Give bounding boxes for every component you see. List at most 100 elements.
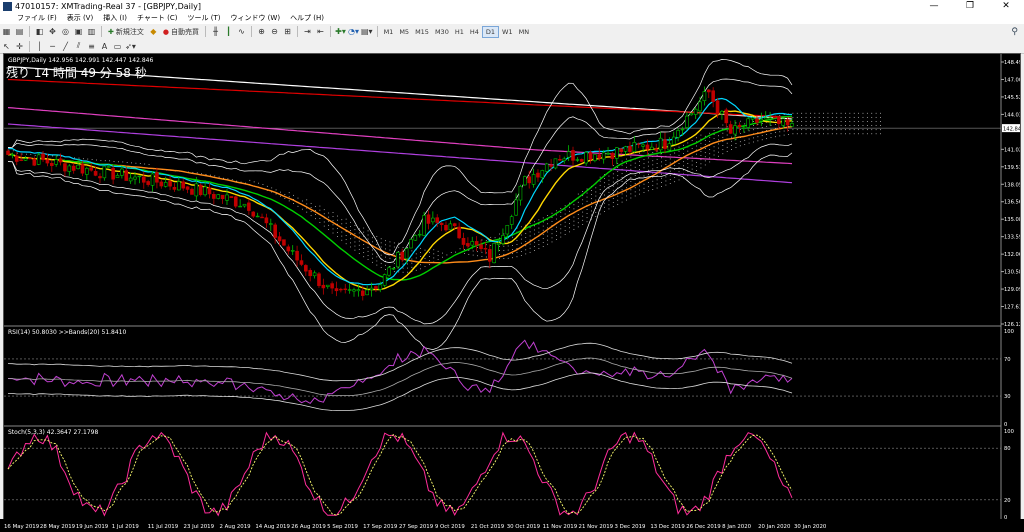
navigator-icon[interactable]: ◎ [60, 26, 71, 37]
cloud-dot [823, 116, 824, 118]
menu-file[interactable]: ファイル (F) [12, 13, 62, 23]
cloud-dot [862, 116, 864, 118]
minimize-button[interactable]: — [916, 1, 952, 11]
cloud-dot [647, 190, 649, 192]
tile-windows-icon[interactable]: ⊞ [282, 26, 293, 37]
cloud-dot [639, 152, 641, 154]
cloud-dot [871, 133, 873, 135]
cloud-dot [753, 137, 754, 139]
cloud-dot [341, 235, 343, 237]
search-icon[interactable]: ⚲ [1011, 27, 1018, 37]
menu-help[interactable]: ヘルプ (H) [285, 13, 329, 23]
maximize-button[interactable]: ❐ [952, 1, 988, 11]
cursor-icon[interactable]: ↖ [1, 41, 12, 52]
vertical-line-icon[interactable]: │ [34, 41, 45, 52]
chart-window[interactable]: 10070300 10080200 148.490147.005145.5201… [3, 53, 1021, 520]
cloud-dot [266, 185, 268, 187]
timeframe-h1[interactable]: H1 [452, 27, 467, 37]
cloud-dot [805, 121, 807, 122]
data-window-icon[interactable]: ✥ [47, 26, 58, 37]
cloud-dot [774, 132, 776, 134]
new-chart-icon[interactable]: ▦ [1, 26, 12, 37]
arrows-icon[interactable]: ➶▾ [125, 41, 136, 52]
timeframe-m15[interactable]: M15 [412, 27, 432, 37]
cloud-dot [849, 112, 851, 114]
zoom-out-icon[interactable]: ⊖ [269, 26, 280, 37]
cloud-dot [385, 240, 386, 242]
cloud-dot [792, 112, 794, 114]
candlestick-icon[interactable]: ┃ [223, 26, 234, 37]
periods-icon[interactable]: ◔▾ [348, 26, 359, 37]
candle-body [295, 250, 299, 261]
timeframe-m30[interactable]: M30 [432, 27, 452, 37]
menu-insert[interactable]: 挿入 (I) [98, 13, 132, 23]
cloud-dot [577, 201, 579, 203]
candle-body [610, 152, 615, 159]
cloud-dot [209, 174, 211, 176]
cloud-dot [376, 260, 378, 262]
candle-body [207, 187, 212, 195]
cloud-dot [779, 127, 781, 129]
auto-scroll-icon[interactable]: ⇥ [302, 26, 313, 37]
candle-body [676, 130, 680, 138]
candle-body [746, 118, 751, 128]
cloud-dot [647, 161, 649, 163]
timeframe-mn[interactable]: MN [516, 27, 532, 37]
zoom-in-icon[interactable]: ⊕ [256, 26, 267, 37]
candle-body [728, 124, 733, 134]
new-order-button[interactable]: ✚ 新規注文 [106, 26, 146, 37]
crosshair-icon[interactable]: ✛ [14, 41, 25, 52]
menu-window[interactable]: ウィンドウ (W) [225, 13, 285, 23]
cloud-dot [104, 160, 106, 162]
menu-chart[interactable]: チャート (C) [132, 13, 183, 23]
cloud-dot [591, 198, 592, 200]
close-button[interactable]: ✕ [988, 1, 1024, 11]
terminal-icon[interactable]: ▣ [73, 26, 84, 37]
trendline-icon[interactable]: ╱ [60, 41, 71, 52]
cloud-dot [367, 238, 369, 240]
cloud-dot [792, 129, 794, 131]
auto-trading-button[interactable]: ● 自動売買 [161, 26, 201, 37]
cloud-dot [512, 253, 513, 255]
line-chart-icon[interactable]: ∿ [236, 26, 247, 37]
label-icon[interactable]: ▭ [112, 41, 123, 52]
cloud-dot [577, 214, 579, 215]
cloud-dot [323, 213, 325, 215]
chart-shift-icon[interactable]: ⇤ [315, 26, 326, 37]
tester-icon[interactable]: ▥ [86, 26, 97, 37]
timeframe-h4[interactable]: H4 [467, 27, 482, 37]
text-icon[interactable]: A [99, 41, 110, 52]
toolbar-divider [250, 26, 252, 37]
equidistant-channel-icon[interactable]: ⫽ [73, 41, 84, 52]
candle-body [238, 205, 242, 208]
menu-tools[interactable]: ツール (T) [182, 13, 225, 23]
cloud-dot [612, 206, 614, 208]
cloud-dot [389, 266, 391, 267]
date-tick-label: 20 Jan 2020 [758, 524, 791, 530]
indicators-icon[interactable]: ✚▾ [335, 26, 346, 37]
cloud-dot [604, 186, 605, 188]
cloud-dot [582, 203, 584, 205]
timeframe-m1[interactable]: M1 [381, 27, 397, 37]
cloud-dot [573, 224, 575, 226]
metaeditor-icon[interactable]: ◆ [148, 26, 159, 37]
market-watch-icon[interactable]: ◧ [34, 26, 45, 37]
horizontal-line-icon[interactable]: ─ [47, 41, 58, 52]
cloud-dot [630, 193, 632, 195]
timeframe-d1[interactable]: D1 [481, 25, 500, 38]
cloud-dot [363, 252, 365, 254]
cloud-dot [643, 159, 645, 160]
timeframe-m5[interactable]: M5 [396, 27, 412, 37]
cloud-dot [385, 269, 386, 270]
fibonacci-icon[interactable]: ≡ [86, 41, 97, 52]
candle-body [518, 185, 523, 201]
cloud-dot [534, 225, 535, 227]
menu-view[interactable]: 表示 (V) [62, 13, 98, 23]
timeframe-w1[interactable]: W1 [499, 27, 516, 37]
price-chart-canvas[interactable]: 10070300 10080200 148.490147.005145.5201… [4, 54, 1020, 519]
templates-icon[interactable]: ▤▾ [361, 26, 373, 37]
bar-chart-icon[interactable]: ╫ [210, 26, 221, 37]
cloud-dot [700, 159, 702, 161]
profiles-icon[interactable]: ▤ [14, 26, 25, 37]
cloud-dot [542, 217, 544, 219]
